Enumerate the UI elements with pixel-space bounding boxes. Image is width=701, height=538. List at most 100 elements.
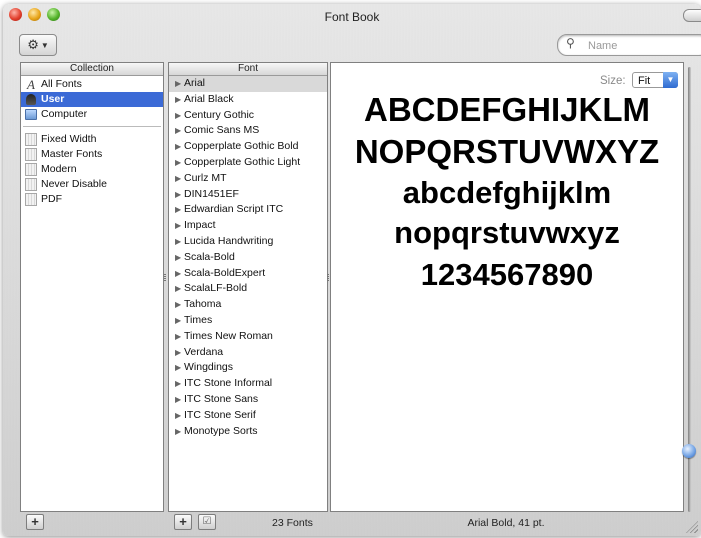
disclosure-triangle-icon[interactable]: ▶ — [175, 139, 184, 155]
collection-item-fixed-width[interactable]: Fixed Width — [21, 132, 163, 147]
collection-item-label: Master Fonts — [41, 148, 103, 160]
collection-icon — [25, 194, 37, 206]
collection-separator — [23, 126, 161, 127]
font-list-item[interactable]: ▶ Impact — [169, 218, 327, 234]
collection-item-label: PDF — [41, 193, 62, 205]
font-list-item[interactable]: ▶ DIN1451EF — [169, 187, 327, 203]
disclosure-triangle-icon[interactable]: ▶ — [175, 92, 184, 108]
font-list-item[interactable]: ▶ Comic Sans MS — [169, 123, 327, 139]
chevron-down-icon: ▼ — [663, 72, 678, 88]
font-name: Wingdings — [184, 361, 234, 374]
disclosure-triangle-icon[interactable]: ▶ — [175, 360, 184, 376]
font-list-item[interactable]: ▶ Century Gothic — [169, 108, 327, 124]
collection-item-label: All Fonts — [41, 78, 82, 90]
all-fonts-icon: A — [27, 77, 35, 92]
disclosure-triangle-icon[interactable]: ▶ — [175, 218, 184, 234]
font-count: 23 Fonts — [272, 517, 313, 529]
font-list-item[interactable]: ▶ Arial Black — [169, 92, 327, 108]
font-name: Comic Sans MS — [184, 124, 260, 137]
action-menu-button[interactable]: ⚙ ▼ — [19, 34, 57, 56]
disclosure-triangle-icon[interactable]: ▶ — [175, 424, 184, 440]
collection-item-never-disable[interactable]: Never Disable — [21, 177, 163, 192]
search-field[interactable]: ⚲ — [557, 34, 701, 56]
font-list-item[interactable]: ▶ ITC Stone Serif — [169, 408, 327, 424]
add-collection-button[interactable]: + — [26, 514, 44, 530]
disclosure-triangle-icon[interactable]: ▶ — [175, 187, 184, 203]
gear-icon: ⚙ — [27, 37, 39, 52]
collection-item-label: User — [41, 93, 65, 105]
font-list-item[interactable]: ▶ Monotype Sorts — [169, 424, 327, 440]
font-list-item[interactable]: ▶ Copperplate Gothic Light — [169, 155, 327, 171]
collection-column-header[interactable]: Collection — [21, 63, 163, 76]
font-name: Times New Roman — [184, 329, 273, 342]
size-slider-knob[interactable] — [682, 444, 696, 458]
font-name: Tahoma — [184, 298, 222, 311]
size-label: Size: — [600, 75, 626, 87]
font-list-item[interactable]: ▶ Wingdings — [169, 360, 327, 376]
font-list-item[interactable]: ▶ Verdana — [169, 345, 327, 361]
collection-icon — [25, 164, 37, 176]
font-list-item[interactable]: ▶ Tahoma — [169, 297, 327, 313]
add-font-button[interactable]: + — [174, 514, 192, 530]
font-list-item[interactable]: ▶ Arial — [169, 76, 327, 92]
disclosure-triangle-icon[interactable]: ▶ — [175, 266, 184, 282]
disclosure-triangle-icon[interactable]: ▶ — [175, 76, 184, 92]
disclosure-triangle-icon[interactable]: ▶ — [175, 171, 184, 187]
font-name: Arial — [184, 77, 206, 89]
pane-splitter[interactable] — [327, 274, 329, 282]
font-name: ITC Stone Sans — [184, 392, 259, 405]
enable-font-button[interactable]: ☑ — [198, 514, 216, 530]
font-column-header[interactable]: Font — [169, 63, 327, 76]
disclosure-triangle-icon[interactable]: ▶ — [175, 376, 184, 392]
disclosure-triangle-icon[interactable]: ▶ — [175, 108, 184, 124]
collection-item-pdf[interactable]: PDF — [21, 192, 163, 207]
font-list-body: ▶ Arial ▶ Arial Black ▶ Century Gothic ▶ Comic … — [169, 76, 327, 439]
toolbar-toggle-button[interactable] — [683, 9, 701, 22]
font-list-item[interactable]: ▶ Times New Roman — [169, 329, 327, 345]
font-name: Copperplate Gothic Bold — [184, 140, 299, 153]
font-list-item[interactable]: ▶ ITC Stone Sans — [169, 392, 327, 408]
collection-item-all-fonts[interactable]: A All Fonts — [21, 77, 163, 92]
collection-item-computer[interactable]: Computer — [21, 107, 163, 122]
disclosure-triangle-icon[interactable]: ▶ — [175, 202, 184, 218]
disclosure-triangle-icon[interactable]: ▶ — [175, 123, 184, 139]
disclosure-triangle-icon[interactable]: ▶ — [175, 329, 184, 345]
font-list-item[interactable]: ▶ Scala-Bold — [169, 250, 327, 266]
collection-item-label: Never Disable — [41, 178, 107, 190]
font-list-item[interactable]: ▶ Copperplate Gothic Bold — [169, 139, 327, 155]
size-select[interactable]: Fit ▼ — [632, 72, 678, 88]
font-list-item[interactable]: ▶ Scala-BoldExpert — [169, 266, 327, 282]
font-list-item[interactable]: ▶ Edwardian Script ITC — [169, 202, 327, 218]
disclosure-triangle-icon[interactable]: ▶ — [175, 155, 184, 171]
pane-splitter[interactable] — [164, 274, 166, 282]
user-icon — [25, 94, 37, 106]
font-list-item[interactable]: ▶ ITC Stone Informal — [169, 376, 327, 392]
disclosure-triangle-icon[interactable]: ▶ — [175, 234, 184, 250]
search-icon: ⚲ — [566, 36, 575, 50]
disclosure-triangle-icon[interactable]: ▶ — [175, 345, 184, 361]
disclosure-triangle-icon[interactable]: ▶ — [175, 408, 184, 424]
font-list-item[interactable]: ▶ Lucida Handwriting — [169, 234, 327, 250]
collection-icon — [25, 134, 37, 146]
disclosure-triangle-icon[interactable]: ▶ — [175, 281, 184, 297]
collection-item-user[interactable]: User — [21, 92, 163, 107]
font-list-item[interactable]: ▶ Curlz MT — [169, 171, 327, 187]
font-list-item[interactable]: ▶ Times — [169, 313, 327, 329]
font-name: ITC Stone Serif — [184, 408, 256, 421]
font-name: DIN1451EF — [184, 187, 239, 200]
collection-item-label: Fixed Width — [41, 133, 97, 145]
collection-item-master-fonts[interactable]: Master Fonts — [21, 147, 163, 162]
disclosure-triangle-icon[interactable]: ▶ — [175, 297, 184, 313]
search-input[interactable] — [586, 37, 700, 54]
resize-grip[interactable] — [686, 521, 698, 533]
font-book-window: Font Book ⚙ ▼ ⚲ Collection A All Fonts U… — [3, 4, 701, 536]
collection-item-label: Computer — [41, 108, 88, 120]
collection-item-modern[interactable]: Modern — [21, 162, 163, 177]
size-value: Fit — [638, 75, 651, 87]
disclosure-triangle-icon[interactable]: ▶ — [175, 392, 184, 408]
sample-text-line: nopqrstuvwxyz — [394, 215, 620, 250]
font-list-item[interactable]: ▶ ScalaLF-Bold — [169, 281, 327, 297]
font-name: Arial Black — [184, 92, 234, 105]
disclosure-triangle-icon[interactable]: ▶ — [175, 250, 184, 266]
disclosure-triangle-icon[interactable]: ▶ — [175, 313, 184, 329]
